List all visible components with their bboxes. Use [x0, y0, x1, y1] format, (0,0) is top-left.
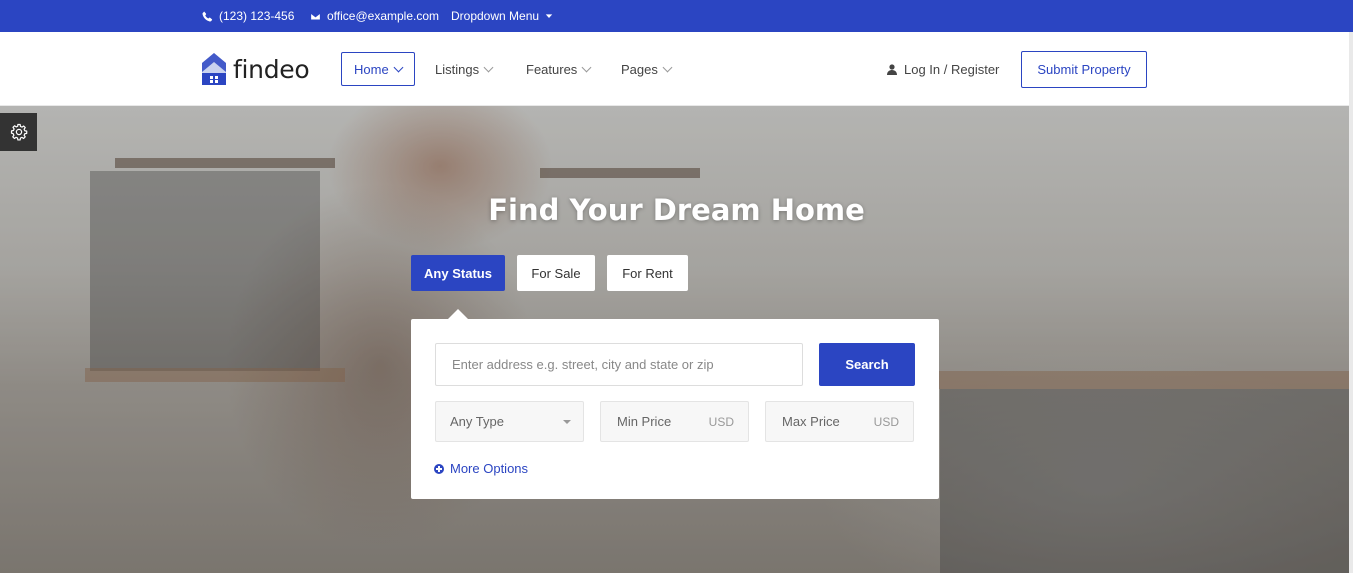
tab-for-rent[interactable]: For Rent	[607, 255, 688, 291]
chevron-down-icon	[393, 62, 404, 72]
settings-toggle[interactable]	[0, 113, 37, 151]
chevron-down-icon	[483, 62, 494, 72]
submit-property-button[interactable]: Submit Property	[1021, 51, 1147, 88]
nav-home-label: Home	[354, 61, 389, 77]
page-scrollbar[interactable]	[1349, 32, 1353, 573]
phone-number: (123) 123-456	[219, 9, 295, 23]
nav-features[interactable]: Features	[526, 52, 592, 86]
caret-down-icon	[545, 14, 553, 18]
tab-for-sale[interactable]: For Sale	[517, 255, 595, 291]
max-price-placeholder: Max Price	[782, 414, 840, 429]
logo-text: findeo	[233, 54, 310, 84]
logo[interactable]: findeo	[201, 52, 310, 86]
min-price-currency: USD	[708, 414, 734, 429]
top-bar: (123) 123-456 office@example.com Dropdow…	[0, 0, 1353, 32]
nav-listings-label: Listings	[435, 61, 480, 77]
phone-contact[interactable]: (123) 123-456	[202, 0, 294, 32]
tab-pointer	[448, 309, 468, 319]
property-type-value: Any Type	[450, 414, 504, 429]
nav-features-label: Features	[526, 61, 578, 77]
more-options-label: More Options	[450, 461, 529, 476]
dropdown-menu[interactable]: Dropdown Menu	[451, 0, 553, 32]
site-header: findeo Home Listings Features Pages Log …	[0, 32, 1353, 106]
envelope-icon	[310, 12, 321, 20]
login-register-label: Log In / Register	[904, 61, 1000, 77]
search-panel: Enter address e.g. street, city and stat…	[411, 319, 939, 499]
tab-any-status[interactable]: Any Status	[411, 255, 505, 291]
hero-title: Find Your Dream Home	[488, 193, 865, 227]
email-address: office@example.com	[327, 9, 440, 23]
max-price-input[interactable]: Max Price USD	[765, 401, 914, 442]
nav-home[interactable]: Home	[341, 52, 415, 86]
login-register-link[interactable]: Log In / Register	[887, 52, 999, 86]
nav-listings[interactable]: Listings	[435, 52, 494, 86]
dropdown-menu-label: Dropdown Menu	[451, 9, 540, 23]
more-options-link[interactable]: More Options	[434, 461, 528, 476]
chevron-down-icon	[581, 62, 592, 72]
user-icon	[887, 63, 897, 75]
min-price-placeholder: Min Price	[617, 414, 672, 429]
address-search-input[interactable]: Enter address e.g. street, city and stat…	[435, 343, 803, 386]
property-type-select[interactable]: Any Type	[435, 401, 584, 442]
plus-circle-icon	[434, 463, 444, 474]
email-contact[interactable]: office@example.com	[310, 0, 439, 32]
search-button[interactable]: Search	[819, 343, 915, 386]
max-price-currency: USD	[873, 414, 899, 429]
house-logo-icon	[202, 53, 226, 85]
gear-icon	[10, 123, 27, 141]
nav-pages[interactable]: Pages	[621, 52, 673, 86]
phone-icon	[202, 11, 213, 22]
nav-pages-label: Pages	[621, 61, 658, 77]
chevron-down-icon	[662, 62, 673, 72]
min-price-input[interactable]: Min Price USD	[600, 401, 749, 442]
caret-down-icon	[563, 420, 571, 424]
